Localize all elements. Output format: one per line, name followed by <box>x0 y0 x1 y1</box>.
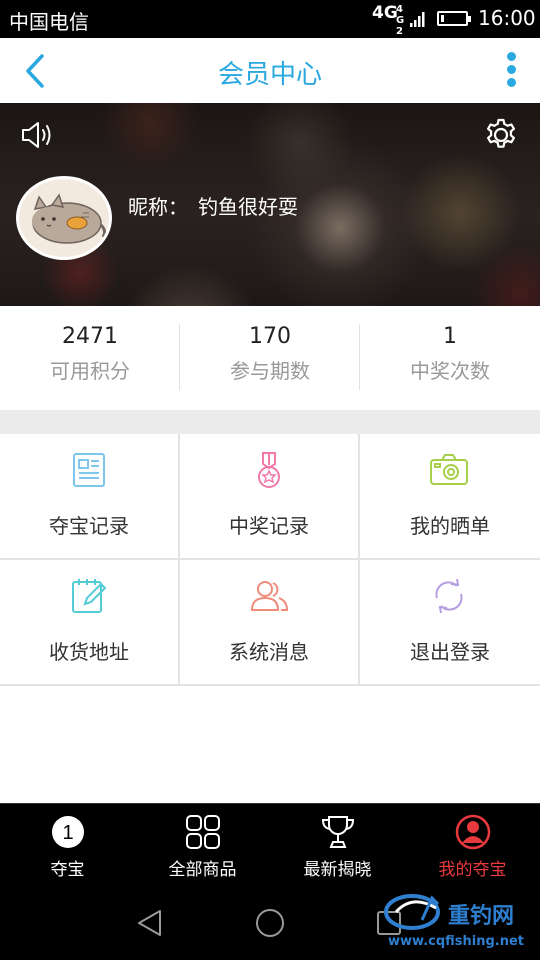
grid-icon <box>185 815 220 849</box>
speaker-icon[interactable] <box>19 118 57 152</box>
nickname-row: 昵称： 钓鱼很好耍 <box>128 191 298 220</box>
app-header: 会员中心 <box>0 38 540 103</box>
menu-item-wins[interactable]: 中奖记录 <box>180 434 358 558</box>
status-bar: 中国电信 4G 4G 2G 16:00 <box>0 0 540 48</box>
stat-value: 170 <box>249 324 291 349</box>
menu-label: 系统消息 <box>229 640 309 664</box>
menu-item-showcase[interactable]: 我的晒单 <box>360 434 540 558</box>
menu-label: 夺宝记录 <box>49 514 129 538</box>
stat-wins[interactable]: 1 中奖次数 <box>360 306 540 410</box>
menu-item-records[interactable]: 夺宝记录 <box>0 434 178 558</box>
watermark-logo-icon <box>384 894 440 930</box>
user-icon <box>455 814 490 850</box>
stat-points[interactable]: 2471 可用积分 <box>0 306 180 410</box>
users-icon <box>250 581 289 611</box>
signal-icon <box>410 12 425 27</box>
tab-label: 最新揭晓 <box>303 860 372 880</box>
menu-item-logout[interactable]: 退出登录 <box>360 560 540 684</box>
watermark: 重钓网 www.cqfishing.net <box>378 886 540 960</box>
avatar[interactable] <box>16 176 112 260</box>
stat-value: 1 <box>443 324 457 349</box>
trophy-icon <box>321 816 354 848</box>
stat-label: 可用积分 <box>50 359 130 383</box>
tab-badge: 1 <box>62 822 73 844</box>
refresh-icon <box>435 578 463 614</box>
tab-label: 我的夺宝 <box>438 860 507 880</box>
medal-icon <box>258 452 280 488</box>
cat-avatar-icon <box>32 193 107 244</box>
tab-label: 全部商品 <box>168 860 237 880</box>
camera-icon <box>430 454 468 485</box>
stat-periods[interactable]: 170 参与期数 <box>180 306 360 410</box>
stat-label: 参与期数 <box>230 359 310 383</box>
tab-treasure[interactable]: 1 夺宝 <box>0 804 135 884</box>
network-type: 4G <box>372 3 398 23</box>
page-title: 会员中心 <box>217 60 322 90</box>
back-triangle-icon[interactable] <box>136 909 164 937</box>
document-icon <box>73 453 105 487</box>
stat-label: 中奖次数 <box>410 359 490 383</box>
home-circle-icon[interactable] <box>255 908 285 938</box>
menu-label: 我的晒单 <box>410 514 490 538</box>
stats-bar: 2471 可用积分 170 参与期数 1 中奖次数 <box>0 306 540 410</box>
gear-icon[interactable] <box>483 117 519 153</box>
edit-note-icon <box>72 579 107 613</box>
number-one-icon: 1 <box>51 816 84 848</box>
nickname-value: 钓鱼很好耍 <box>198 195 298 219</box>
watermark-name: 重钓网 <box>448 904 515 929</box>
section-divider <box>0 410 540 434</box>
battery-icon <box>437 11 471 26</box>
profile-banner: 昵称： 钓鱼很好耍 <box>0 103 540 306</box>
bottom-nav: 1 夺宝 全部商品 最新揭晓 我的夺宝 <box>0 803 540 883</box>
tab-latest[interactable]: 最新揭晓 <box>270 804 405 884</box>
menu-label: 退出登录 <box>410 640 490 664</box>
watermark-url: www.cqfishing.net <box>388 934 525 949</box>
menu-grid: 夺宝记录 中奖记录 我的晒单 收货地址 系统消息 退出登录 <box>0 434 540 686</box>
tab-my-treasure[interactable]: 我的夺宝 <box>405 804 540 884</box>
tab-label: 夺宝 <box>50 860 85 880</box>
stat-value: 2471 <box>62 324 118 349</box>
tab-all-products[interactable]: 全部商品 <box>135 804 270 884</box>
menu-label: 中奖记录 <box>229 514 309 538</box>
vertical-dots-icon[interactable] <box>502 50 522 90</box>
menu-item-messages[interactable]: 系统消息 <box>180 560 358 684</box>
carrier-name: 中国电信 <box>9 10 89 34</box>
menu-label: 收货地址 <box>49 640 129 664</box>
nickname-label: 昵称： <box>128 195 188 219</box>
clock: 16:00 <box>478 6 536 30</box>
menu-item-address[interactable]: 收货地址 <box>0 560 178 684</box>
